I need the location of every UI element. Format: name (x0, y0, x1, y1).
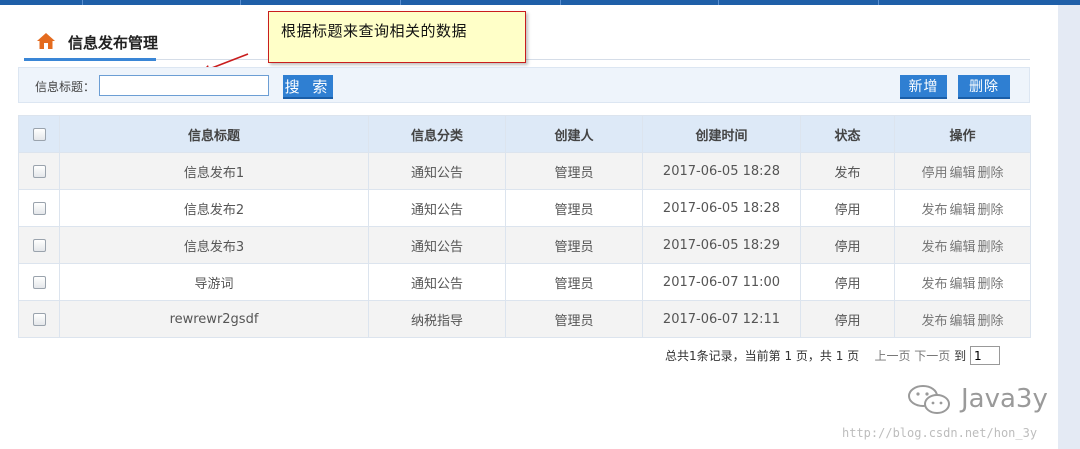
top-nav-separator (400, 0, 401, 5)
row-toggle-link[interactable]: 发布 (921, 277, 947, 292)
annotation-callout: 根据标题来查询相关的数据 (268, 11, 526, 63)
cell-creator: 管理员 (505, 300, 643, 338)
cell-title: rewrewr2gsdf (59, 300, 369, 338)
cell-actions: 发布 编辑 删除 (894, 300, 1031, 338)
watermark-text: Java3y (961, 384, 1048, 414)
cell-creator: 管理员 (505, 226, 643, 264)
cell-category: 通知公告 (368, 263, 506, 301)
top-nav-bar (0, 0, 1080, 5)
cell-title: 信息发布2 (59, 189, 369, 227)
row-delete-link[interactable]: 删除 (978, 314, 1004, 329)
row-checkbox[interactable] (32, 164, 46, 178)
search-bar: 信息标题： 搜 索 新增 删除 (18, 67, 1030, 103)
column-header-actions: 操作 (894, 115, 1031, 153)
page-number-input[interactable] (969, 346, 1000, 365)
search-button[interactable]: 搜 索 (283, 75, 333, 99)
top-nav-separator (82, 0, 83, 5)
cell-created: 2017-06-05 18:29 (642, 226, 801, 264)
search-label: 信息标题： (35, 80, 96, 94)
cell-created: 2017-06-07 11:00 (642, 263, 801, 301)
cell-title: 信息发布3 (59, 226, 369, 264)
pagination-summary: 总共1条记录，当前第 1 页，共 1 页 (665, 349, 860, 363)
row-toggle-link[interactable]: 发布 (921, 240, 947, 255)
row-delete-link[interactable]: 删除 (978, 203, 1004, 218)
top-nav-separator (240, 0, 241, 5)
prev-page-link[interactable]: 上一页 (874, 349, 910, 363)
table-header-row: 信息标题 信息分类 创建人 创建时间 状态 操作 (18, 115, 1031, 153)
row-edit-link[interactable]: 编辑 (949, 277, 975, 292)
cell-title: 信息发布1 (59, 152, 369, 190)
row-edit-link[interactable]: 编辑 (949, 203, 975, 218)
row-checkbox-cell (18, 300, 60, 338)
column-header-category: 信息分类 (368, 115, 506, 153)
table-row: 信息发布3 通知公告 管理员 2017-06-05 18:29 停用 发布 编辑删… (18, 226, 1031, 264)
row-checkbox-cell (18, 226, 60, 264)
cell-status: 停用 (800, 300, 895, 338)
row-toggle-link[interactable]: 发布 (921, 203, 947, 218)
cell-actions: 停用 编辑 删除 (894, 152, 1031, 190)
row-checkbox[interactable] (32, 275, 46, 289)
cell-title: 导游词 (59, 263, 369, 301)
cell-actions: 发布 编辑 删除 (894, 263, 1031, 301)
page-header: 信息发布管理 (24, 28, 1030, 62)
wechat-logo-icon (908, 385, 950, 414)
cell-created: 2017-06-05 18:28 (642, 152, 801, 190)
column-header-status: 状态 (800, 115, 895, 153)
top-nav-separator (718, 0, 719, 5)
column-header-title: 信息标题 (59, 115, 369, 153)
top-nav-separator (878, 0, 879, 5)
cell-created: 2017-06-05 18:28 (642, 189, 801, 227)
cell-creator: 管理员 (505, 152, 643, 190)
cell-status: 发布 (800, 152, 895, 190)
pagination: 总共1条记录，当前第 1 页，共 1 页 上一页 下一页 到 (665, 346, 1025, 366)
select-all-checkbox[interactable] (32, 127, 46, 141)
callout-text: 根据标题来查询相关的数据 (281, 22, 468, 40)
row-delete-link[interactable]: 删除 (978, 240, 1004, 255)
watermark-url: http://blog.csdn.net/hon_3y (842, 426, 1038, 440)
select-all-cell (18, 115, 60, 153)
next-page-link[interactable]: 下一页 (914, 349, 950, 363)
cell-status: 停用 (800, 226, 895, 264)
info-table: 信息标题 信息分类 创建人 创建时间 状态 操作 信息发布1 通知公告 管理员 … (18, 115, 1031, 338)
row-checkbox-cell (18, 152, 60, 190)
cell-status: 停用 (800, 189, 895, 227)
row-checkbox[interactable] (32, 201, 46, 215)
cell-category: 纳税指导 (368, 300, 506, 338)
row-toggle-link[interactable]: 发布 (921, 314, 947, 329)
cell-category: 通知公告 (368, 226, 506, 264)
cell-created: 2017-06-07 12:11 (642, 300, 801, 338)
goto-label: 到 (954, 349, 967, 363)
active-tab-underline (24, 58, 156, 61)
right-side-strip (1058, 5, 1080, 449)
column-header-creator: 创建人 (505, 115, 643, 153)
cell-status: 停用 (800, 263, 895, 301)
cell-category: 通知公告 (368, 189, 506, 227)
row-checkbox[interactable] (32, 312, 46, 326)
cell-creator: 管理员 (505, 189, 643, 227)
cell-actions: 发布 编辑 删除 (894, 189, 1031, 227)
row-checkbox-cell (18, 263, 60, 301)
row-checkbox[interactable] (32, 238, 46, 252)
cell-creator: 管理员 (505, 263, 643, 301)
row-delete-link[interactable]: 删除 (978, 277, 1004, 292)
search-input[interactable] (99, 75, 269, 96)
table-row: 导游词 通知公告 管理员 2017-06-07 11:00 停用 发布 编辑 删除 (18, 263, 1031, 301)
table-row: 信息发布2 通知公告 管理员 2017-06-05 18:28 停用 发布 编辑删… (18, 189, 1031, 227)
column-header-created: 创建时间 (642, 115, 801, 153)
row-toggle-link[interactable]: 停用 (921, 166, 947, 181)
cell-actions: 发布 编辑 删除 (894, 226, 1031, 264)
row-edit-link[interactable]: 编辑 (949, 240, 975, 255)
top-nav-separator (560, 0, 561, 5)
row-edit-link[interactable]: 编辑 (949, 314, 975, 329)
add-button[interactable]: 新增 (900, 75, 947, 99)
row-delete-link[interactable]: 删除 (978, 166, 1004, 181)
home-icon (37, 33, 55, 49)
table-row: rewrewr2gsdf 纳税指导 管理员 2017-06-07 12:11 停… (18, 300, 1031, 338)
row-checkbox-cell (18, 189, 60, 227)
row-edit-link[interactable]: 编辑 (949, 166, 975, 181)
page-title: 信息发布管理 (68, 34, 159, 52)
table-row: 信息发布1 通知公告 管理员 2017-06-05 18:28 发布 停用 编辑删… (18, 152, 1031, 190)
delete-button[interactable]: 删除 (958, 75, 1010, 99)
cell-category: 通知公告 (368, 152, 506, 190)
